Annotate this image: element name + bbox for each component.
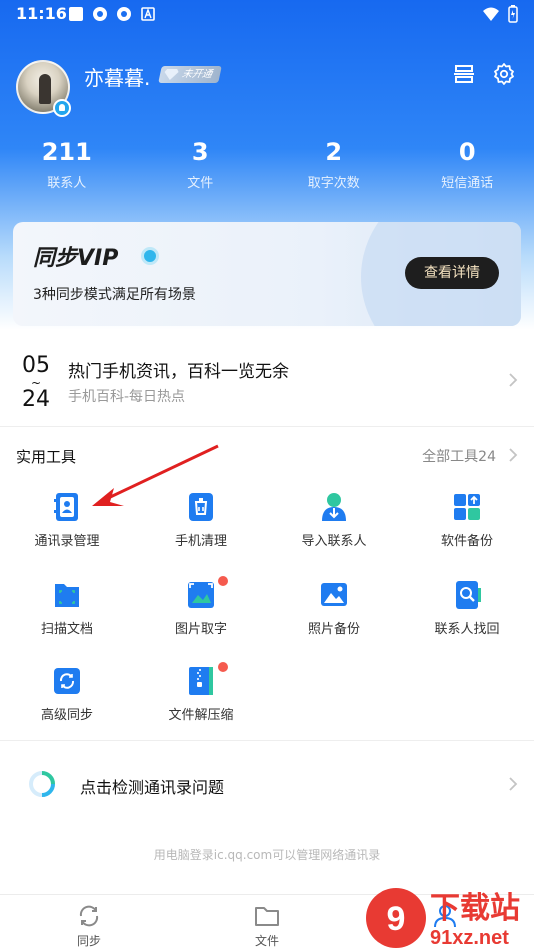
scan-icon[interactable] — [452, 62, 476, 86]
vip-card-subtitle: 3种同步模式满足所有场景 — [33, 287, 196, 303]
phone-clean-icon — [189, 493, 213, 521]
tools-section-title: 实用工具 — [16, 448, 77, 466]
tool-label: 通讯录管理 — [34, 534, 100, 549]
tab-label: 文件 — [254, 934, 279, 948]
username: 亦暮暮. — [84, 66, 151, 90]
tool-label: 图片取字 — [174, 622, 227, 637]
detect-contacts-label: 点击检测通讯录问题 — [80, 778, 225, 797]
folder-icon — [255, 907, 279, 926]
news-date-day: 24 — [22, 387, 50, 412]
divider — [0, 426, 534, 427]
view-details-button[interactable]: 查看详情 — [405, 257, 499, 289]
chevron-right-icon — [509, 373, 518, 387]
app-backup-icon — [454, 494, 480, 520]
chevron-right-icon — [509, 777, 518, 791]
tab-profile[interactable] — [356, 895, 534, 950]
contact-recover-icon — [456, 581, 481, 609]
tool-scan-document[interactable]: 扫描文档 — [0, 580, 134, 650]
tool-label: 扫描文档 — [40, 622, 93, 637]
profile-icon — [434, 905, 456, 928]
tool-label: 照片备份 — [307, 622, 360, 637]
news-date: 05 ~ 24 — [20, 352, 52, 414]
wifi-icon — [483, 7, 499, 21]
advanced-sync-icon — [54, 668, 80, 694]
bottom-tab-bar: 同步 文件 — [0, 894, 534, 950]
detect-contacts-row[interactable]: 点击检测通讯录问题 — [0, 750, 534, 820]
tab-sync[interactable]: 同步 — [0, 895, 178, 950]
tool-address-book[interactable]: 通讯录管理 — [0, 492, 134, 562]
status-bar: 11:16 — [0, 0, 534, 28]
news-subtitle: 手机百科-每日热点 — [68, 389, 186, 405]
tool-contact-recover[interactable]: 联系人找回 — [400, 580, 534, 650]
stats-row: 211 联系人 3 文件 2 取字次数 0 短信通话 — [0, 138, 534, 191]
tool-label: 导入联系人 — [301, 534, 367, 549]
status-system-icons — [482, 5, 518, 23]
file-unzip-icon — [189, 667, 213, 695]
news-title: 热门手机资讯，百科一览无余 — [68, 362, 289, 382]
status-notification-icons — [68, 6, 156, 22]
stat-label: 取字次数 — [307, 176, 360, 191]
shutter-icon — [93, 7, 107, 21]
image-text-icon — [188, 582, 214, 608]
stat-label: 联系人 — [47, 176, 87, 191]
address-book-icon — [54, 493, 78, 521]
chevron-right-icon — [509, 448, 518, 462]
stat-value: 0 — [458, 138, 476, 166]
qq-badge-icon — [53, 99, 71, 117]
shutter-icon-2 — [117, 7, 131, 21]
diamond-icon — [164, 69, 179, 80]
tool-advanced-sync[interactable]: 高级同步 — [0, 666, 134, 736]
divider — [0, 740, 534, 741]
tool-label: 高级同步 — [40, 708, 93, 723]
tab-files[interactable]: 文件 — [178, 895, 356, 950]
tool-label: 文件解压缩 — [168, 708, 234, 723]
import-contact-icon — [322, 493, 346, 521]
stat-sms-calls[interactable]: 0 短信通话 — [401, 138, 534, 191]
new-indicator-dot — [218, 662, 228, 672]
tool-image-text[interactable]: 图片取字 — [134, 576, 268, 650]
vip-card-title: 同步VIP — [33, 246, 119, 271]
tool-import-contact[interactable]: 导入联系人 — [267, 492, 401, 562]
stat-files[interactable]: 3 文件 — [134, 138, 268, 191]
stat-value: 3 — [191, 138, 209, 166]
loading-ring-icon — [29, 771, 55, 797]
stat-value: 2 — [325, 138, 343, 166]
notification-square-icon — [69, 7, 83, 21]
vip-status-tag[interactable]: 未开通 — [158, 66, 222, 83]
stat-value: 211 — [41, 138, 92, 166]
stat-label: 短信通话 — [441, 176, 494, 191]
photo-backup-icon — [321, 583, 347, 606]
tool-label: 联系人找回 — [434, 622, 500, 637]
stat-ocr-count[interactable]: 2 取字次数 — [267, 138, 401, 191]
settings-gear-icon[interactable] — [492, 62, 516, 86]
scan-document-icon — [55, 584, 79, 607]
news-banner[interactable]: 05 ~ 24 热门手机资讯，百科一览无余 手机百科-每日热点 — [0, 340, 534, 426]
stat-contacts[interactable]: 211 联系人 — [0, 138, 134, 191]
sync-icon — [79, 905, 99, 927]
vip-status-label: 未开通 — [180, 69, 214, 80]
news-date-month: 05 — [22, 353, 50, 378]
date-separator: ~ — [30, 376, 42, 390]
tool-phone-clean[interactable]: 手机清理 — [134, 492, 268, 562]
vip-promo-card[interactable]: 同步VIP 3种同步模式满足所有场景 查看详情 — [13, 222, 521, 326]
status-time: 11:16 — [16, 4, 67, 23]
stat-label: 文件 — [187, 176, 214, 191]
tool-label: 软件备份 — [440, 534, 493, 549]
tool-file-unzip[interactable]: 文件解压缩 — [134, 662, 268, 736]
a-badge-icon — [141, 7, 155, 21]
tool-label: 手机清理 — [174, 534, 227, 549]
tool-photo-backup[interactable]: 照片备份 — [267, 580, 401, 650]
all-tools-link[interactable]: 全部工具24 — [422, 446, 496, 466]
tab-label: 同步 — [76, 934, 101, 948]
tool-app-backup[interactable]: 软件备份 — [400, 492, 534, 562]
vip-badge-icon — [141, 247, 159, 265]
new-indicator-dot — [218, 576, 228, 586]
footer-note: 用电脑登录ic.qq.com可以管理网络通讯录 — [153, 848, 381, 862]
battery-icon — [508, 5, 518, 23]
